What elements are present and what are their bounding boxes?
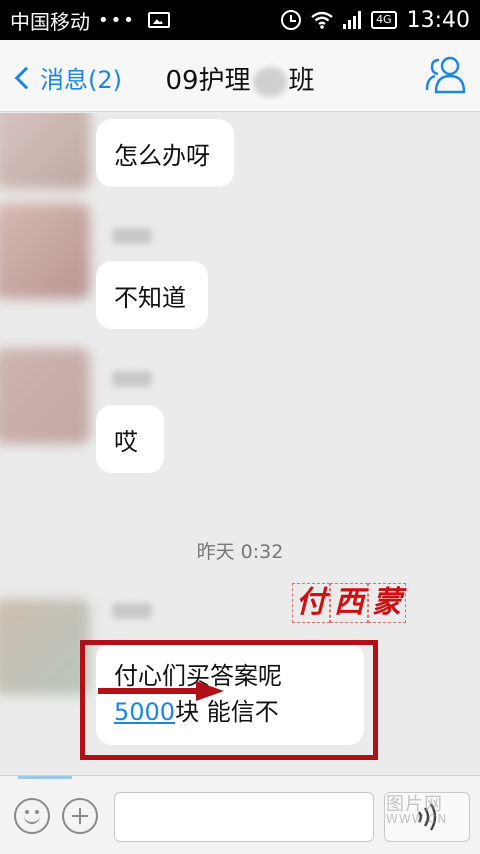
notification-dots: ••• xyxy=(98,9,136,31)
sender-name-redacted xyxy=(112,228,152,244)
smile-icon-mouth xyxy=(24,814,40,824)
chat-title: 09护理 班 xyxy=(0,60,480,97)
group-members-icon[interactable] xyxy=(424,54,468,94)
avatar[interactable] xyxy=(0,203,90,299)
message-timestamp: 昨天 0:32 xyxy=(196,541,284,563)
nav-bar: 消息(2) 09护理班 xyxy=(0,40,480,112)
message-input[interactable] xyxy=(114,792,374,842)
stamp-char: 蒙 xyxy=(368,583,406,623)
avatar[interactable] xyxy=(0,348,90,444)
chat-area[interactable]: 怎么办呀 不知道 哎 昨天 0:32 付 西 蒙 付心们买答案呢 5000块 能… xyxy=(0,113,480,775)
watermark-subtext: WWW.CN xyxy=(386,812,448,826)
stamp-char: 西 xyxy=(330,583,368,623)
sender-name-redacted xyxy=(112,603,152,619)
wifi-icon xyxy=(311,11,333,29)
image-notification-icon xyxy=(147,12,170,28)
message-bubble[interactable]: 不知道 xyxy=(96,261,208,329)
message-bubble[interactable]: 怎么办呀 xyxy=(96,119,234,187)
red-arrow-annotation xyxy=(98,681,224,701)
message-text: 不知道 xyxy=(114,283,186,312)
message-text: 怎么办呀 xyxy=(114,141,210,170)
status-time: 13:40 xyxy=(406,7,470,33)
chat-title-part2: 班 xyxy=(288,66,315,96)
chat-title-part1: 09护理 xyxy=(165,66,251,96)
red-seal-stamp: 付 西 蒙 xyxy=(292,583,406,623)
plus-button[interactable] xyxy=(62,798,98,834)
avatar[interactable] xyxy=(0,599,90,695)
sender-name-redacted xyxy=(112,371,152,387)
input-bar: 图片网 WWW.CN xyxy=(0,775,480,854)
battery-icon: 4G xyxy=(371,11,397,29)
alarm-icon xyxy=(281,10,302,30)
avatar[interactable] xyxy=(0,113,90,189)
signal-icon xyxy=(343,11,362,29)
title-redaction xyxy=(252,66,287,97)
message-bubble[interactable]: 哎 xyxy=(96,405,164,473)
divider-strip xyxy=(18,776,72,779)
stamp-char: 付 xyxy=(292,583,330,623)
message-text: 哎 xyxy=(114,427,138,456)
status-bar: 中国移动 ••• 4G 13:40 xyxy=(0,0,480,40)
emoji-button[interactable] xyxy=(14,798,50,834)
carrier-label: 中国移动 xyxy=(10,9,90,34)
